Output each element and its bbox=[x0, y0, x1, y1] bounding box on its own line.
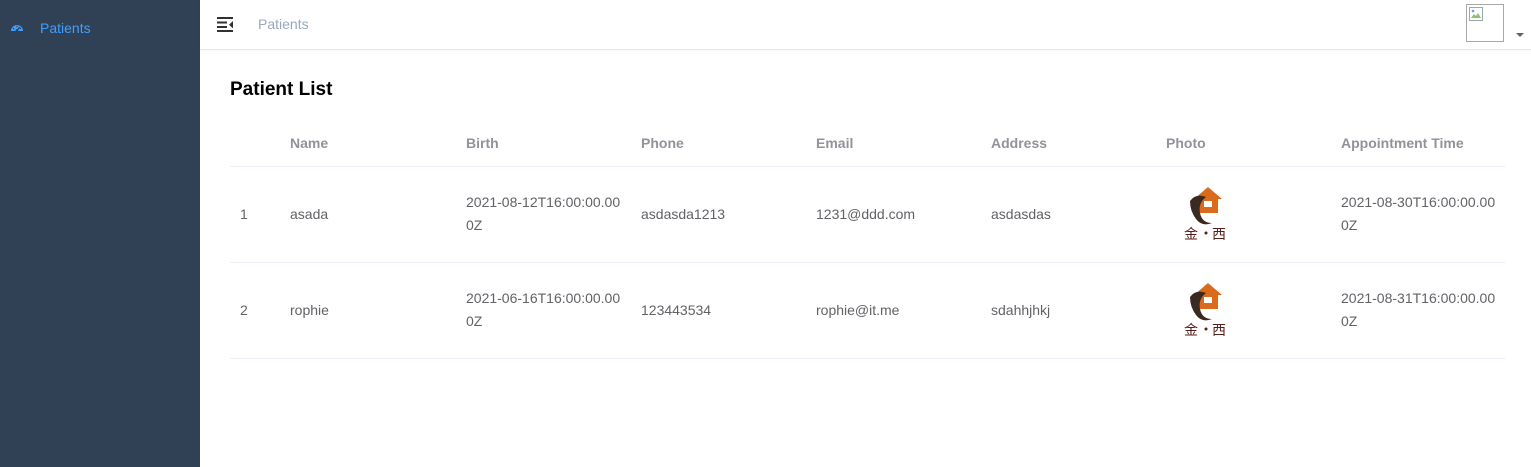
cell-birth: 2021-08-12T16:00:00.000Z bbox=[466, 194, 621, 233]
page-title: Patient List bbox=[230, 79, 333, 100]
table-row[interactable]: 1 asada 2021-08-12T16:00:00.000Z asdasda… bbox=[230, 167, 1505, 263]
breadcrumb: Patients bbox=[258, 16, 309, 32]
cell-address: sdahhjhkj bbox=[991, 302, 1051, 318]
cell-email: 1231@ddd.com bbox=[816, 206, 916, 222]
column-header-phone: Phone bbox=[641, 135, 684, 151]
broken-image-icon bbox=[1469, 7, 1483, 21]
svg-text:西: 西 bbox=[1212, 227, 1226, 243]
column-header-email: Email bbox=[816, 135, 854, 151]
column-header-photo: Photo bbox=[1166, 135, 1206, 151]
hamburger-icon[interactable] bbox=[216, 15, 234, 33]
svg-text:金: 金 bbox=[1184, 323, 1198, 339]
cell-phone: 123443534 bbox=[641, 302, 712, 318]
caret-down-icon[interactable] bbox=[1516, 33, 1524, 37]
cell-phone: asdasda1213 bbox=[641, 206, 726, 222]
sidebar-item-label: Patients bbox=[40, 20, 91, 36]
cell-birth: 2021-06-16T16:00:00.000Z bbox=[466, 290, 621, 329]
sidebar: Patients bbox=[0, 0, 200, 467]
column-header-name: Name bbox=[290, 135, 329, 151]
table-header: Name Birth Phone Email Address Photo App… bbox=[230, 120, 1505, 167]
table-row[interactable]: 2 rophie 2021-06-16T16:00:00.000Z 123443… bbox=[230, 263, 1505, 359]
row-index: 1 bbox=[240, 206, 248, 222]
row-index: 2 bbox=[240, 302, 248, 318]
top-navbar: Patients bbox=[200, 0, 1531, 50]
house-logo-icon[interactable]: 金 西 bbox=[1176, 183, 1236, 243]
dashboard-icon bbox=[11, 25, 23, 32]
column-header-appointment-time: Appointment Time bbox=[1341, 135, 1464, 151]
cell-name: asada bbox=[290, 206, 329, 222]
cell-address: asdasdas bbox=[991, 206, 1051, 222]
column-header-address: Address bbox=[991, 135, 1048, 151]
cell-appointment-time: 2021-08-30T16:00:00.000Z bbox=[1341, 194, 1496, 233]
cell-name: rophie bbox=[290, 302, 329, 318]
column-header-birth: Birth bbox=[466, 135, 499, 151]
cell-appointment-time: 2021-08-31T16:00:00.000Z bbox=[1341, 290, 1496, 329]
svg-text:金: 金 bbox=[1184, 227, 1198, 243]
avatar[interactable] bbox=[1466, 4, 1504, 42]
house-logo-icon[interactable]: 金 西 bbox=[1176, 279, 1236, 339]
sidebar-item-patients[interactable]: Patients bbox=[0, 8, 200, 48]
patient-table: Name Birth Phone Email Address Photo App… bbox=[230, 120, 1505, 359]
cell-email: rophie@it.me bbox=[816, 302, 900, 318]
svg-text:西: 西 bbox=[1212, 323, 1226, 339]
